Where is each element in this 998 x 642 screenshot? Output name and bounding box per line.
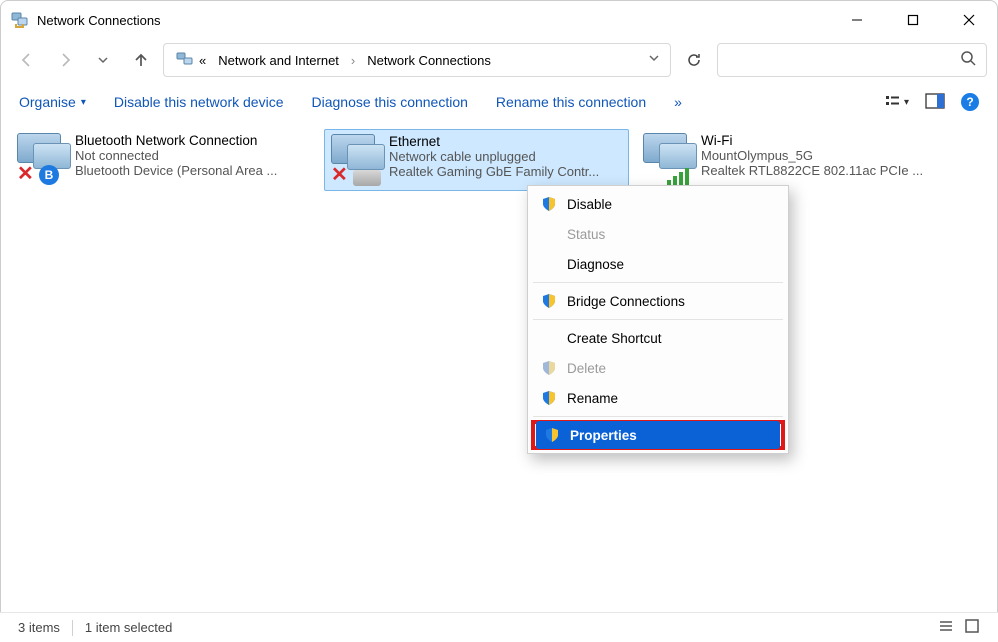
connection-icon: ✕ B bbox=[17, 133, 75, 185]
ethernet-plug-icon bbox=[353, 170, 381, 186]
nav-back-button[interactable] bbox=[11, 44, 43, 76]
connection-status: MountOlympus_5G bbox=[701, 148, 923, 163]
connection-status: Not connected bbox=[75, 148, 277, 163]
nav-forward-button[interactable] bbox=[49, 44, 81, 76]
wifi-signal-icon bbox=[667, 168, 689, 185]
breadcrumb-network-connections[interactable]: Network Connections bbox=[361, 50, 497, 71]
rename-connection-button[interactable]: Rename this connection bbox=[496, 94, 646, 110]
connection-device: Bluetooth Device (Personal Area ... bbox=[75, 163, 277, 178]
address-dropdown-button[interactable] bbox=[644, 51, 664, 69]
ctx-delete: Delete bbox=[531, 353, 785, 383]
menu-separator bbox=[533, 319, 783, 320]
search-input[interactable] bbox=[728, 52, 960, 69]
context-menu: Disable Status Diagnose Bridge Connectio… bbox=[527, 185, 789, 454]
maximize-button[interactable] bbox=[885, 1, 941, 39]
navigation-row: « Network and Internet › Network Connect… bbox=[1, 39, 997, 81]
selection-count: 1 item selected bbox=[85, 620, 172, 635]
item-count: 3 items bbox=[18, 620, 60, 635]
connection-item-ethernet[interactable]: ✕ Ethernet Network cable unplugged Realt… bbox=[324, 129, 629, 191]
disable-device-button[interactable]: Disable this network device bbox=[114, 94, 284, 110]
address-bar[interactable]: « Network and Internet › Network Connect… bbox=[163, 43, 671, 77]
red-x-icon: ✕ bbox=[17, 165, 35, 183]
minimize-button[interactable] bbox=[829, 1, 885, 39]
connection-icon bbox=[643, 133, 701, 185]
view-options-button[interactable]: ▾ bbox=[884, 93, 909, 111]
preview-pane-button[interactable] bbox=[925, 93, 945, 112]
ctx-properties-highlighted[interactable]: Properties bbox=[531, 420, 785, 450]
connection-item-bluetooth[interactable]: ✕ B Bluetooth Network Connection Not con… bbox=[11, 129, 316, 191]
diagnose-connection-button[interactable]: Diagnose this connection bbox=[311, 94, 467, 110]
ctx-diagnose[interactable]: Diagnose bbox=[531, 249, 785, 279]
connection-name: Bluetooth Network Connection bbox=[75, 133, 277, 148]
address-root-icon: « bbox=[170, 49, 212, 71]
shield-icon bbox=[544, 427, 560, 443]
search-icon[interactable] bbox=[960, 50, 976, 71]
organise-menu[interactable]: Organise ▾ bbox=[19, 94, 86, 110]
chevron-down-icon: ▾ bbox=[81, 97, 86, 108]
nav-recent-dropdown[interactable] bbox=[87, 44, 119, 76]
command-bar: Organise ▾ Disable this network device D… bbox=[1, 81, 997, 123]
bluetooth-icon: B bbox=[39, 165, 59, 185]
details-view-button[interactable] bbox=[938, 618, 954, 637]
chevron-down-icon: ▾ bbox=[904, 97, 909, 108]
overflow-button[interactable]: » bbox=[674, 94, 682, 110]
connection-status: Network cable unplugged bbox=[389, 149, 599, 164]
separator bbox=[72, 620, 73, 636]
ctx-rename[interactable]: Rename bbox=[531, 383, 785, 413]
menu-separator bbox=[533, 282, 783, 283]
chevron-right-icon[interactable]: › bbox=[345, 50, 361, 71]
nav-up-button[interactable] bbox=[125, 44, 157, 76]
refresh-button[interactable] bbox=[677, 43, 711, 77]
connection-device: Realtek RTL8822CE 802.11ac PCIe ... bbox=[701, 163, 923, 178]
ctx-disable[interactable]: Disable bbox=[531, 189, 785, 219]
red-x-icon: ✕ bbox=[331, 166, 349, 184]
title-bar: Network Connections bbox=[1, 1, 997, 39]
connection-icon: ✕ bbox=[331, 134, 389, 186]
connection-name: Wi-Fi bbox=[701, 133, 923, 148]
large-icons-view-button[interactable] bbox=[964, 618, 980, 637]
help-button[interactable]: ? bbox=[961, 93, 979, 111]
ctx-create-shortcut[interactable]: Create Shortcut bbox=[531, 323, 785, 353]
shield-icon bbox=[541, 360, 557, 376]
address-prefix: « bbox=[199, 53, 206, 68]
connection-name: Ethernet bbox=[389, 134, 599, 149]
network-connections-icon bbox=[11, 11, 29, 29]
ctx-bridge-connections[interactable]: Bridge Connections bbox=[531, 286, 785, 316]
connections-list: ✕ B Bluetooth Network Connection Not con… bbox=[1, 123, 997, 197]
shield-icon bbox=[541, 293, 557, 309]
connection-item-wifi[interactable]: Wi-Fi MountOlympus_5G Realtek RTL8822CE … bbox=[637, 129, 942, 191]
shield-icon bbox=[541, 390, 557, 406]
shield-icon bbox=[541, 196, 557, 212]
connection-device: Realtek Gaming GbE Family Contr... bbox=[389, 164, 599, 179]
window-title: Network Connections bbox=[37, 13, 161, 28]
close-button[interactable] bbox=[941, 1, 997, 39]
ctx-status: Status bbox=[531, 219, 785, 249]
status-bar: 3 items 1 item selected bbox=[0, 612, 998, 642]
menu-separator bbox=[533, 416, 783, 417]
search-box[interactable] bbox=[717, 43, 987, 77]
breadcrumb-network-and-internet[interactable]: Network and Internet bbox=[212, 50, 345, 71]
window-controls bbox=[829, 1, 997, 39]
